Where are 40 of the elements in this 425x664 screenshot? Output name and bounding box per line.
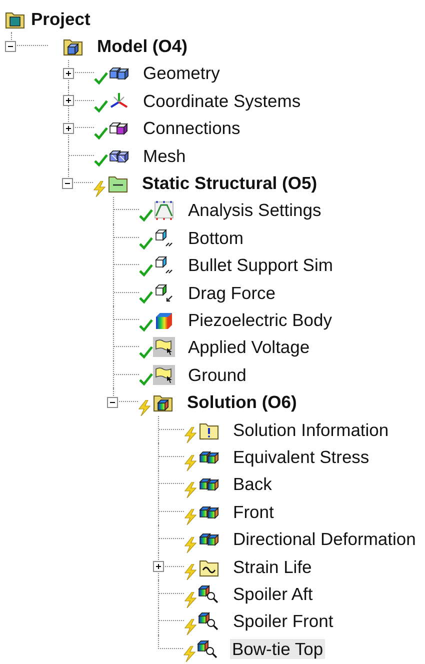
tree-item[interactable]: Front [231, 502, 276, 522]
flag-cursor-icon [153, 364, 175, 385]
tree-item[interactable]: Strain Life [231, 556, 314, 576]
cube-support-icon [153, 255, 175, 276]
tree-item[interactable]: Solution (O6) [185, 392, 299, 412]
tree-item[interactable]: Bow-tie Top [230, 638, 326, 659]
tree-item[interactable]: Project [29, 8, 92, 29]
expand-icon[interactable] [63, 95, 74, 106]
tree-item[interactable]: Bottom [186, 228, 246, 248]
probe-magnifier-icon [198, 611, 220, 632]
tree-item[interactable]: Back [231, 474, 274, 494]
tree-item[interactable]: Model (O4) [95, 36, 190, 56]
tree-item[interactable]: Static Structural (O5) [140, 173, 320, 194]
tree-item[interactable]: Connections [141, 118, 242, 138]
tree-item[interactable]: Applied Voltage [186, 337, 312, 358]
expand-icon[interactable] [63, 68, 74, 79]
probe-magnifier-icon [198, 584, 220, 604]
tree-item[interactable]: Ground [186, 364, 248, 385]
tree-item[interactable]: Spoiler Aft [231, 584, 315, 604]
probe-magnifier-icon [197, 638, 219, 659]
collapse-icon[interactable] [62, 178, 73, 189]
tree-item[interactable]: Directional Deformation [231, 529, 418, 550]
tree-item[interactable]: Solution Information [231, 420, 391, 440]
tree-item[interactable]: Geometry [141, 63, 222, 84]
collapse-icon[interactable] [5, 40, 16, 52]
tree-item[interactable]: Bullet Support Sim [186, 255, 335, 276]
tree-item[interactable]: Mesh [141, 146, 188, 166]
tree-item[interactable]: Spoiler Front [231, 611, 336, 632]
flag-cursor-icon [153, 337, 175, 358]
tree-item[interactable]: Piezoelectric Body [186, 310, 334, 330]
collapse-icon[interactable] [107, 396, 118, 408]
tree-item[interactable]: Equivalent Stress [231, 446, 372, 467]
load-curve-icon [153, 200, 175, 220]
tree-item[interactable]: Analysis Settings [186, 200, 324, 220]
tree-item[interactable]: Drag Force [186, 282, 278, 303]
expand-icon[interactable] [63, 122, 74, 134]
cube-support-icon [153, 228, 175, 248]
cube-arrow-icon [153, 282, 175, 303]
expand-icon[interactable] [153, 561, 164, 572]
tree-item[interactable]: Coordinate Systems [141, 90, 303, 111]
